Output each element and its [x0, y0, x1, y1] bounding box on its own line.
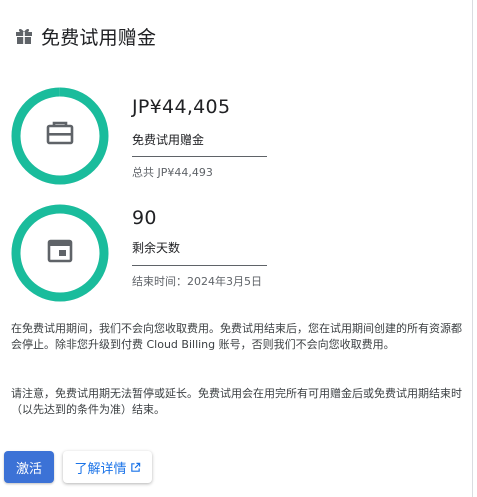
credit-amount: JP¥44,405 [132, 96, 231, 118]
credit-card-icon [44, 118, 76, 150]
panel-header: 免费试用赠金 [14, 22, 156, 50]
credit-total: 总共 JP¥44,493 [132, 166, 213, 179]
gift-icon [14, 26, 34, 46]
days-divider [132, 265, 267, 266]
trial-info-paragraph: 在免费试用期间，我们不会向您收取费用。免费试用结束后，您在试用期间创建的所有资源… [11, 322, 462, 351]
learn-more-button[interactable]: 了解详情 [63, 451, 152, 483]
trial-end-date: 结束时间：2024年3月5日 [132, 275, 262, 288]
free-trial-panel: 免费试用赠金 JP¥44,405 免费试用赠金 总共 JP¥44,493 90 … [0, 0, 477, 497]
days-summary: 90 剩余天数 结束时间：2024年3月5日 [10, 203, 310, 303]
panel-border [472, 0, 473, 497]
days-label: 剩余天数 [132, 241, 181, 255]
credit-summary: JP¥44,405 免费试用赠金 总共 JP¥44,493 [10, 86, 310, 186]
trial-note-paragraph: 请注意，免费试用期无法暂停或延长。免费试用会在用完所有可用赠金后或免费试用期结束… [11, 387, 462, 416]
credit-label: 免费试用赠金 [132, 133, 205, 147]
activate-button[interactable]: 激活 [4, 451, 54, 483]
page-title: 免费试用赠金 [41, 26, 157, 49]
activate-button-label: 激活 [15, 461, 42, 477]
calendar-icon [44, 235, 76, 267]
days-remaining-count: 90 [132, 207, 157, 229]
learn-more-label: 了解详情 [74, 461, 127, 477]
credit-divider [132, 156, 267, 157]
open-in-new-icon [130, 462, 141, 473]
